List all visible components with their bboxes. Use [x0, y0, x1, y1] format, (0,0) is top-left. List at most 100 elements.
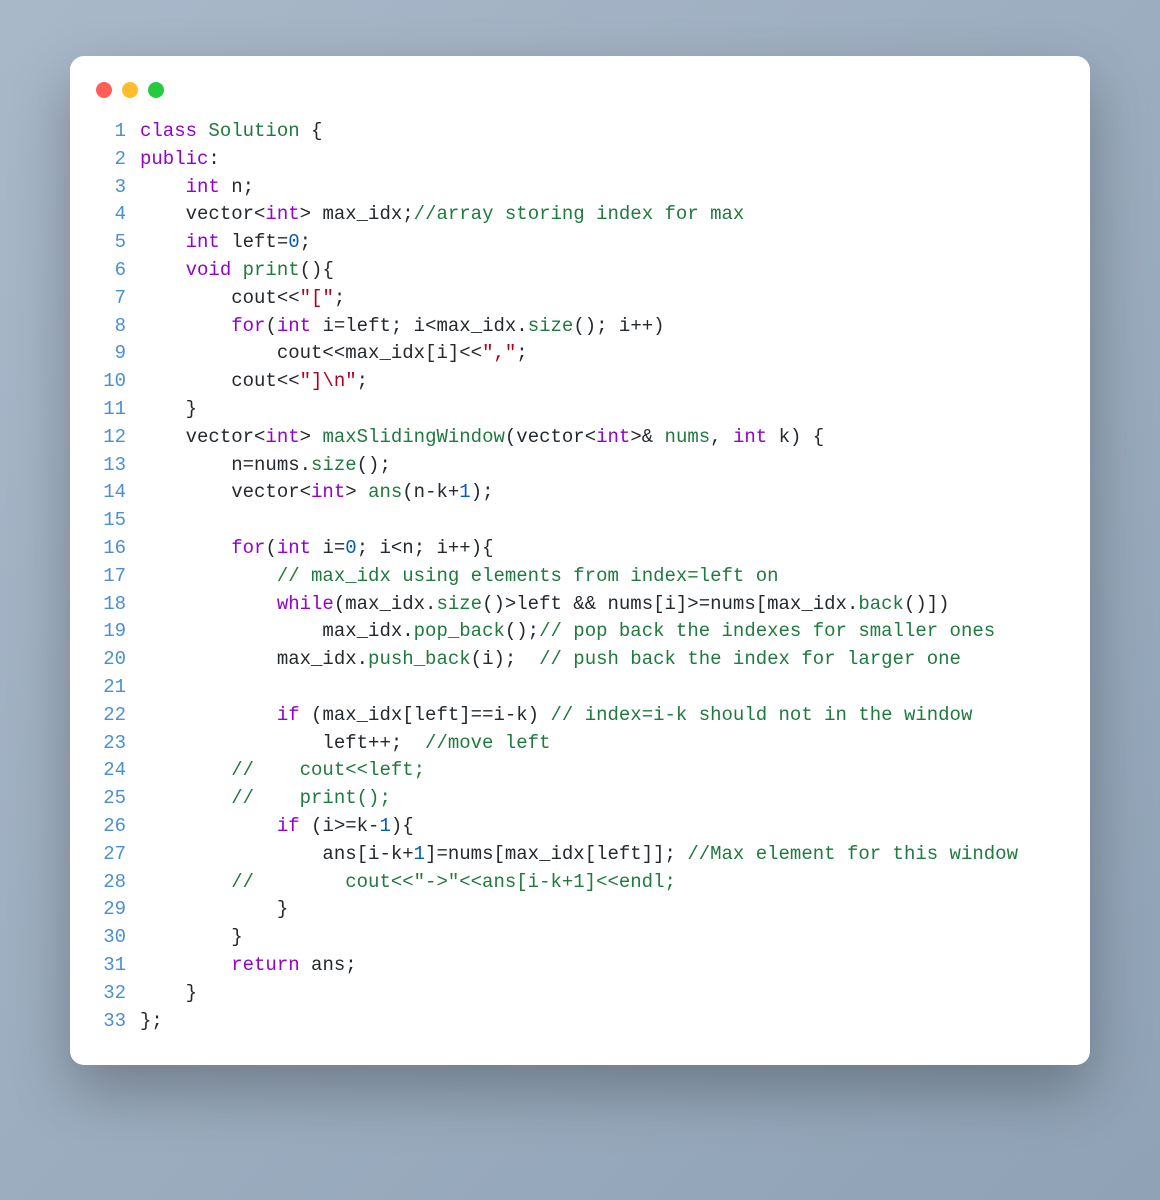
line-number: 15 [92, 507, 140, 535]
code-token: n; [220, 176, 254, 198]
code-token: vector< [140, 203, 265, 225]
line-number: 28 [92, 869, 140, 897]
code-token: cout<<max_idx[i]<< [140, 342, 482, 364]
code-line: 30 } [92, 924, 1068, 952]
code-token: ( [265, 315, 276, 337]
code-token: left++; [140, 732, 425, 754]
code-token: ()]) [904, 593, 950, 615]
code-content: if (i>=k-1){ [140, 813, 1068, 841]
code-token [140, 259, 186, 281]
code-line: 14 vector<int> ans(n-k+1); [92, 479, 1068, 507]
code-content: left++; //move left [140, 730, 1068, 758]
line-number: 24 [92, 757, 140, 785]
code-content: vector<int> maxSlidingWindow(vector<int>… [140, 424, 1068, 452]
code-line: 1class Solution { [92, 118, 1068, 146]
code-token: return [231, 954, 299, 976]
code-token [140, 565, 277, 587]
code-token: if [277, 815, 300, 837]
code-token: > [300, 426, 323, 448]
code-token: : [208, 148, 219, 170]
code-line: 31 return ans; [92, 952, 1068, 980]
code-token: int [277, 315, 311, 337]
code-token: left= [220, 231, 288, 253]
code-token [140, 815, 277, 837]
code-token: // pop back the indexes for smaller ones [539, 620, 995, 642]
code-line: 22 if (max_idx[left]==i-k) // index=i-k … [92, 702, 1068, 730]
code-content: // cout<<left; [140, 757, 1068, 785]
line-number: 32 [92, 980, 140, 1008]
code-line: 18 while(max_idx.size()>left && nums[i]>… [92, 591, 1068, 619]
line-number: 20 [92, 646, 140, 674]
code-token: // push back the index for larger one [539, 648, 961, 670]
window-controls [96, 82, 1068, 98]
code-content: }; [140, 1008, 1068, 1036]
code-content: n=nums.size(); [140, 452, 1068, 480]
line-number: 14 [92, 479, 140, 507]
code-token: ans[i-k+ [140, 843, 414, 865]
code-line: 25 // print(); [92, 785, 1068, 813]
code-token: //array storing index for max [414, 203, 745, 225]
code-token: // cout<<"->"<<ans[i-k+1]<<endl; [231, 871, 676, 893]
code-content: } [140, 980, 1068, 1008]
code-token: vector< [140, 481, 311, 503]
code-token: 1 [414, 843, 425, 865]
code-token: // print(); [231, 787, 391, 809]
code-token: (){ [300, 259, 334, 281]
code-token: ; [357, 370, 368, 392]
code-content: max_idx.pop_back();// pop back the index… [140, 618, 1068, 646]
code-line: 26 if (i>=k-1){ [92, 813, 1068, 841]
code-content: int left=0; [140, 229, 1068, 257]
code-token: ]=nums[max_idx[left]]; [425, 843, 687, 865]
minimize-icon[interactable] [122, 82, 138, 98]
line-number: 21 [92, 674, 140, 702]
code-content: if (max_idx[left]==i-k) // index=i-k sho… [140, 702, 1068, 730]
code-line: 10 cout<<"]\n"; [92, 368, 1068, 396]
line-number: 16 [92, 535, 140, 563]
code-content: max_idx.push_back(i); // push back the i… [140, 646, 1068, 674]
code-content: for(int i=0; i<n; i++){ [140, 535, 1068, 563]
code-line: 24 // cout<<left; [92, 757, 1068, 785]
code-token: for [231, 315, 265, 337]
code-token [231, 259, 242, 281]
code-token: , [710, 426, 733, 448]
code-token [140, 315, 231, 337]
code-content: } [140, 896, 1068, 924]
code-content: public: [140, 146, 1068, 174]
code-token: maxSlidingWindow [322, 426, 504, 448]
code-token: ; [334, 287, 345, 309]
code-content: int n; [140, 174, 1068, 202]
zoom-icon[interactable] [148, 82, 164, 98]
code-content: void print(){ [140, 257, 1068, 285]
line-number: 6 [92, 257, 140, 285]
line-number: 25 [92, 785, 140, 813]
code-token: > max_idx; [300, 203, 414, 225]
code-token: //move left [425, 732, 550, 754]
code-token: print [243, 259, 300, 281]
code-token [140, 871, 231, 893]
code-token: (i>=k- [300, 815, 380, 837]
code-content: cout<<"["; [140, 285, 1068, 313]
code-token: size [528, 315, 574, 337]
code-token: ()>left && nums[i]>=nums[max_idx. [482, 593, 858, 615]
code-line: 11 } [92, 396, 1068, 424]
code-line: 20 max_idx.push_back(i); // push back th… [92, 646, 1068, 674]
code-line: 29 } [92, 896, 1068, 924]
line-number: 22 [92, 702, 140, 730]
line-number: 17 [92, 563, 140, 591]
line-number: 9 [92, 340, 140, 368]
code-token: // index=i-k should not in the window [550, 704, 972, 726]
code-token: cout<< [140, 370, 300, 392]
code-line: 9 cout<<max_idx[i]<<","; [92, 340, 1068, 368]
line-number: 8 [92, 313, 140, 341]
code-content: // cout<<"->"<<ans[i-k+1]<<endl; [140, 869, 1068, 897]
code-token: max_idx. [140, 648, 368, 670]
code-content: cout<<"]\n"; [140, 368, 1068, 396]
code-token: "]\n" [300, 370, 357, 392]
code-token: }; [140, 1010, 163, 1032]
code-token: ans; [300, 954, 357, 976]
close-icon[interactable] [96, 82, 112, 98]
code-content: class Solution { [140, 118, 1068, 146]
code-token: k) { [767, 426, 824, 448]
code-token [140, 231, 186, 253]
code-line: 27 ans[i-k+1]=nums[max_idx[left]]; //Max… [92, 841, 1068, 869]
